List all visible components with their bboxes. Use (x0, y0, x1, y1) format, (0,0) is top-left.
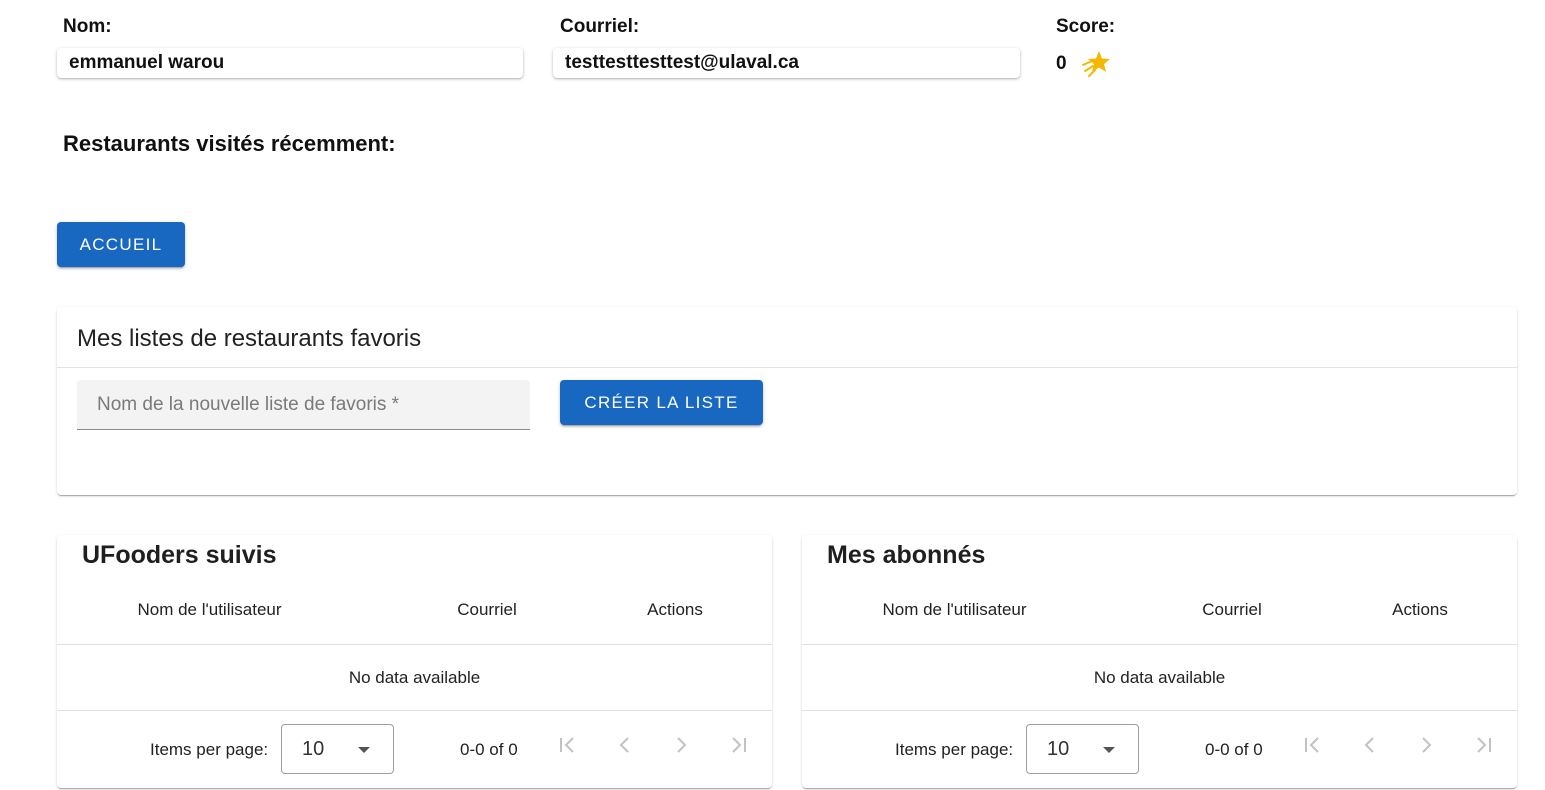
items-per-page-select[interactable]: 10 (1026, 724, 1139, 774)
shooting-star-icon (1080, 48, 1114, 78)
favorites-divider (57, 367, 1517, 368)
items-per-page-label: Items per page: (895, 740, 1014, 759)
following-title: UFooders suivis (82, 541, 277, 569)
column-header-email[interactable]: Courriel (427, 600, 547, 620)
first-page-icon[interactable] (557, 734, 579, 762)
previous-page-icon[interactable] (614, 734, 636, 762)
header-divider (802, 644, 1517, 645)
chevron-down-icon (358, 747, 370, 753)
followers-card: Mes abonnés Nom de l'utilisateur Courrie… (802, 535, 1517, 788)
name-label: Nom: (63, 16, 112, 37)
previous-page-icon[interactable] (1359, 734, 1381, 762)
email-label: Courriel: (560, 16, 640, 37)
empty-message: No data available (1093, 668, 1226, 687)
column-header-actions: Actions (647, 600, 703, 619)
home-button[interactable]: ACCUEIL (57, 222, 185, 267)
followers-title: Mes abonnés (827, 541, 986, 569)
footer-divider (802, 710, 1517, 711)
page-range-text: 0-0 of 0 (1205, 740, 1263, 759)
column-header-email[interactable]: Courriel (1172, 600, 1292, 620)
column-header-actions: Actions (1392, 600, 1448, 619)
create-list-button[interactable]: CRÉER LA LISTE (560, 380, 763, 425)
empty-message: No data available (348, 668, 481, 687)
next-page-icon[interactable] (1415, 734, 1437, 762)
chevron-down-icon (1103, 747, 1115, 753)
first-page-icon[interactable] (1302, 734, 1324, 762)
favorites-card: Mes listes de restaurants favoris CRÉER … (57, 307, 1517, 495)
new-list-input[interactable] (77, 380, 530, 429)
header-divider (57, 644, 772, 645)
next-page-icon[interactable] (670, 734, 692, 762)
page-range-text: 0-0 of 0 (460, 740, 518, 759)
last-page-icon[interactable] (1472, 734, 1494, 762)
new-list-field[interactable] (77, 380, 530, 430)
favorites-title: Mes listes de restaurants favoris (77, 325, 422, 352)
recent-restaurants-title: Restaurants visités récemment: (63, 131, 396, 156)
column-header-username[interactable]: Nom de l'utilisateur (822, 600, 1087, 620)
footer-divider (57, 710, 772, 711)
name-field: emmanuel warou (57, 48, 523, 78)
items-per-page-label: Items per page: (150, 740, 269, 759)
last-page-icon[interactable] (727, 734, 749, 762)
score-value: 0 (1056, 53, 1067, 74)
email-field: testtesttesttest@ulaval.ca (553, 48, 1020, 78)
items-per-page-select[interactable]: 10 (281, 724, 394, 774)
score-label: Score: (1056, 16, 1116, 37)
following-card: UFooders suivis Nom de l'utilisateur Cou… (57, 535, 772, 788)
items-per-page-value: 10 (1047, 738, 1070, 760)
items-per-page-value: 10 (302, 738, 325, 760)
column-header-username[interactable]: Nom de l'utilisateur (77, 600, 342, 620)
